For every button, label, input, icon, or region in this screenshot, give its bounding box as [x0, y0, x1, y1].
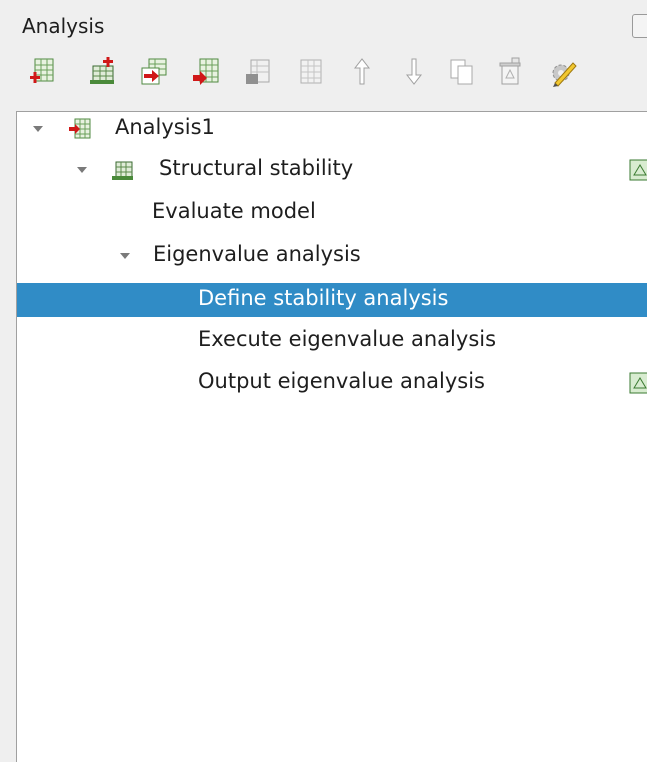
tree-item-define-stability-analysis[interactable]: Define stability analysis — [17, 283, 647, 317]
analysis-step-icon — [109, 157, 135, 183]
tree-item-label: Eigenvalue analysis — [153, 242, 361, 266]
edit-settings-icon[interactable] — [546, 56, 578, 88]
tree-item-label: Analysis1 — [115, 115, 215, 139]
tree-item-analysis[interactable]: Analysis1 — [17, 112, 647, 146]
copy-icon[interactable] — [446, 56, 478, 88]
panel-title: Analysis — [22, 14, 105, 38]
move-up-icon[interactable] — [346, 56, 378, 88]
new-analysis-icon[interactable] — [26, 56, 58, 88]
analysis-item-disabled-icon[interactable] — [242, 56, 274, 88]
tree-item-execute-eigenvalue-analysis[interactable]: Execute eigenvalue analysis — [17, 324, 647, 358]
tree-item-structural-stability[interactable]: Structural stability — [17, 153, 647, 187]
tree-item-eigenvalue-analysis[interactable]: Eigenvalue analysis — [17, 239, 647, 273]
expand-arrow-icon[interactable] — [33, 126, 43, 132]
tree-item-label: Evaluate model — [152, 199, 316, 223]
results-icon[interactable] — [627, 157, 647, 183]
tree-item-output-eigenvalue-analysis[interactable]: Output eigenvalue analysis — [17, 366, 647, 400]
add-analysis-item-icon[interactable] — [190, 56, 222, 88]
insert-analysis-step-icon[interactable] — [138, 56, 170, 88]
move-down-icon[interactable] — [398, 56, 430, 88]
grid-disabled-icon[interactable] — [294, 56, 326, 88]
tree-item-label: Output eigenvalue analysis — [198, 369, 485, 393]
add-analysis-step-icon[interactable] — [86, 56, 118, 88]
tree-item-label: Define stability analysis — [198, 286, 449, 310]
expand-arrow-icon[interactable] — [77, 167, 87, 173]
tree-item-label: Structural stability — [159, 156, 354, 180]
expand-arrow-icon[interactable] — [120, 253, 130, 259]
results-icon[interactable] — [627, 370, 647, 396]
analysis-icon — [67, 116, 93, 142]
float-panel-button[interactable] — [632, 14, 647, 38]
tree-item-label: Execute eigenvalue analysis — [198, 327, 497, 351]
tree-item-evaluate-model[interactable]: Evaluate model — [17, 196, 647, 230]
delete-icon[interactable] — [494, 56, 526, 88]
analysis-tree[interactable]: Analysis1 Structural stability Evaluate … — [16, 111, 647, 762]
